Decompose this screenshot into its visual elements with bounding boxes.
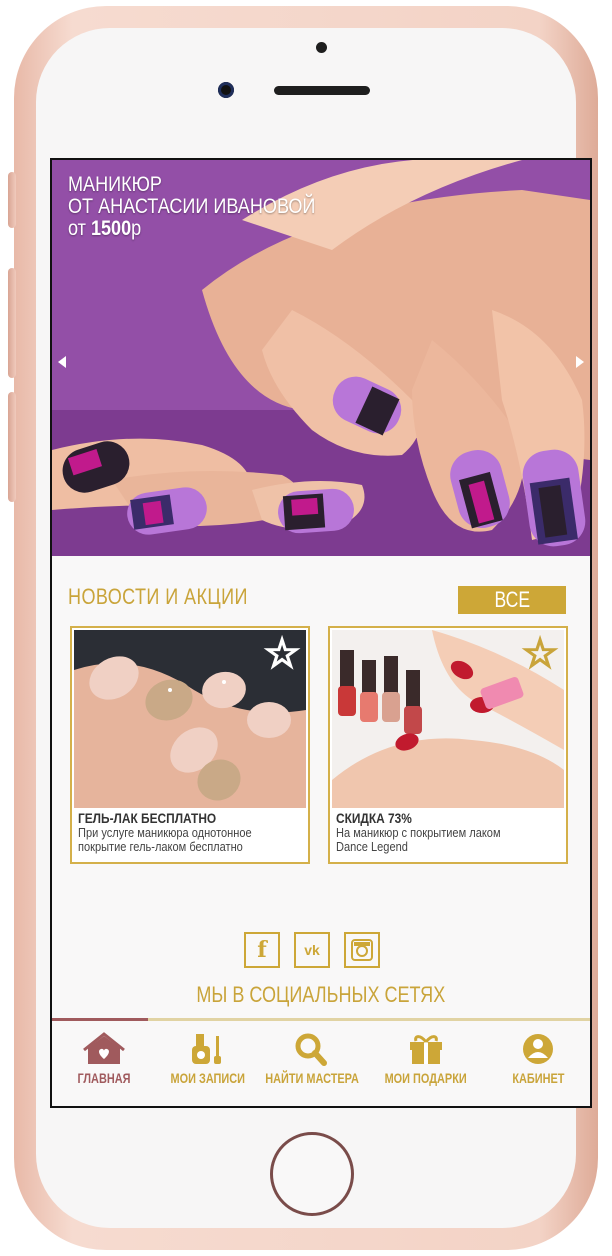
previous-slide-icon[interactable] — [58, 356, 66, 368]
volume-up-button — [8, 268, 16, 378]
facebook-icon[interactable]: f — [244, 932, 280, 968]
home-button[interactable] — [270, 1132, 354, 1216]
proximity-sensor — [316, 42, 327, 53]
tab-account[interactable]: КАБИНЕТ — [488, 1026, 588, 1096]
earpiece-speaker — [274, 86, 370, 95]
banner-text: МАНИКЮР ОТ АНАСТАСИИ ИВАНОВОЙ от 1500р — [68, 174, 315, 240]
all-news-button[interactable]: ВСЕ — [458, 586, 566, 614]
tab-label-text: ГЛАВНАЯ — [77, 1070, 131, 1086]
news-card-description: При услуге маникюра однотонное покрытие … — [78, 826, 308, 854]
tab-label-text: КАБИНЕТ — [511, 1070, 565, 1086]
tab-find-master[interactable]: НАЙТИ МАСТЕРА — [262, 1026, 362, 1096]
banner-line-2: ОТ АНАСТАСИИ ИВАНОВОЙ — [68, 195, 316, 218]
vk-icon[interactable]: vk — [294, 932, 330, 968]
banner-price: от 1500р — [68, 218, 315, 240]
front-camera — [218, 82, 234, 98]
hero-banner[interactable]: МАНИКЮР ОТ АНАСТАСИИ ИВАНОВОЙ от 1500р — [52, 160, 590, 556]
all-news-label: ВСЕ — [494, 587, 530, 612]
news-section-title: НОВОСТИ И АКЦИИ — [68, 584, 248, 609]
gift-icon — [410, 1035, 442, 1064]
search-icon — [295, 1033, 327, 1066]
vk-glyph: vk — [304, 942, 320, 958]
favorite-star-icon[interactable]: ☆ — [521, 633, 559, 675]
news-card-desc-line: Dance Legend — [336, 839, 408, 854]
tab-my-gifts[interactable]: МОИ ПОДАРКИ — [376, 1026, 476, 1096]
home-icon — [83, 1032, 125, 1064]
social-label-text: МЫ В СОЦИАЛЬНЫХ СЕТЯХ — [196, 982, 446, 1007]
news-card-desc-line: На маникюр с покрытием лаком — [336, 825, 501, 840]
news-card-title: СКИДКА 73% — [336, 810, 412, 826]
banner-line-1: МАНИКЮР — [68, 173, 162, 196]
price-prefix: от — [68, 217, 86, 240]
volume-down-button — [8, 392, 16, 502]
tab-label-text: МОИ ЗАПИСИ — [170, 1070, 246, 1086]
tab-label-text: НАЙТИ МАСТЕРА — [265, 1070, 359, 1086]
news-card[interactable]: ☆ ГЕЛЬ-ЛАК БЕСПЛАТНО При услуге маникюра… — [70, 626, 310, 864]
app-screen: МАНИКЮР ОТ АНАСТАСИИ ИВАНОВОЙ от 1500р Н… — [50, 158, 592, 1108]
user-icon — [523, 1034, 553, 1064]
price-value: 1500 — [90, 217, 132, 240]
facebook-glyph: f — [257, 937, 267, 963]
social-section-label: МЫ В СОЦИАЛЬНЫХ СЕТЯХ — [52, 982, 590, 1008]
favorite-star-icon[interactable]: ☆ — [263, 633, 301, 675]
news-card[interactable]: ☆ СКИДКА 73% На маникюр с покрытием лако… — [328, 626, 568, 864]
price-suffix: р — [131, 217, 142, 240]
instagram-icon[interactable] — [344, 932, 380, 968]
news-card-title: ГЕЛЬ-ЛАК БЕСПЛАТНО — [78, 810, 217, 826]
nail-polish-icon — [192, 1034, 221, 1064]
news-card-description: На маникюр с покрытием лаком Dance Legen… — [336, 826, 566, 854]
social-links: f vk — [244, 932, 380, 968]
bottom-tab-bar: ГЛАВНАЯ МОИ ЗАПИСИ НАЙТИ МАСТЕРА МОИ ПОД… — [52, 1026, 590, 1096]
tab-label-text: МОИ ПОДАРКИ — [384, 1070, 468, 1086]
mute-switch — [8, 172, 16, 228]
active-tab-indicator — [52, 1018, 148, 1021]
tab-label: КАБИНЕТ — [468, 1070, 590, 1086]
news-card-desc-line: При услуге маникюра однотонное — [78, 825, 252, 840]
news-card-desc-line: покрытие гель-лаком бесплатно — [78, 839, 243, 854]
next-slide-icon[interactable] — [576, 356, 584, 368]
